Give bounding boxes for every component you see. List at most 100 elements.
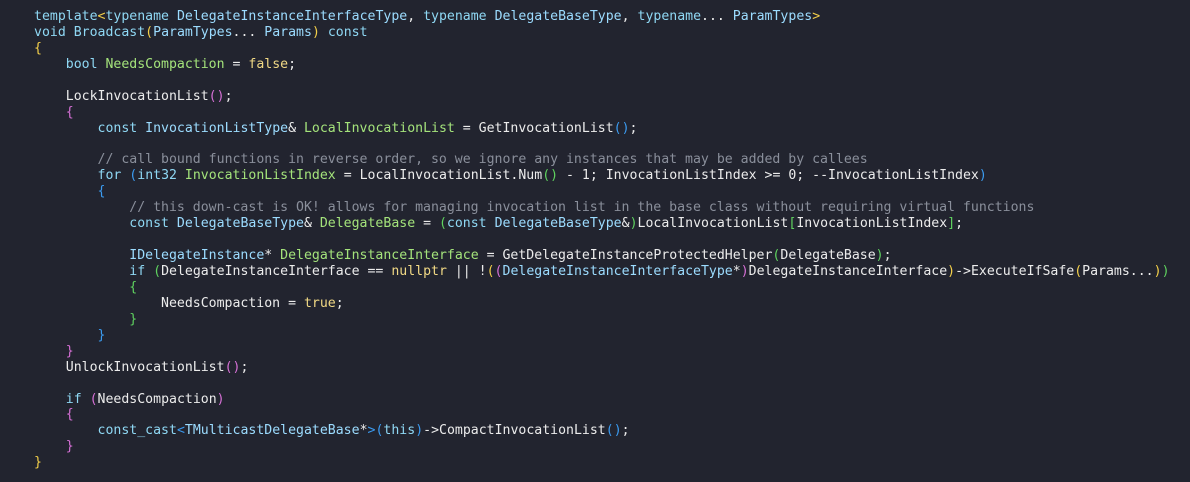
type-name-token: IDelegateInstance bbox=[129, 248, 265, 264]
keyword-token: const_cast bbox=[97, 423, 177, 439]
bracket-token: ( bbox=[438, 216, 447, 232]
bracket-token: } bbox=[34, 455, 42, 471]
variable-name-token: LocalInvocationList bbox=[303, 120, 455, 136]
code-text-token: = LocalInvocationList.Num bbox=[335, 168, 543, 184]
code-line: { bbox=[34, 184, 1190, 200]
bracket-token: > bbox=[812, 9, 821, 24]
type-name-token: ParamTypes bbox=[153, 24, 233, 40]
keyword-token: const bbox=[97, 120, 146, 136]
code-text-token: * bbox=[732, 264, 741, 279]
code-line: LockInvocationList(); bbox=[34, 89, 1190, 105]
code-line: void Broadcast(ParamTypes... Params) con… bbox=[34, 25, 1190, 41]
bracket-token: ) bbox=[311, 24, 320, 40]
type-name-token: DelegateInstanceInterfaceType bbox=[176, 9, 408, 24]
bracket-token: ) bbox=[415, 423, 424, 439]
keyword-token: const bbox=[129, 216, 177, 232]
type-name-token: DelegateBaseType bbox=[494, 9, 622, 24]
bracket-token: } bbox=[97, 327, 106, 343]
keyword-token: if bbox=[129, 264, 154, 279]
variable-name-token: NeedsCompaction bbox=[105, 56, 225, 72]
code-line: } bbox=[34, 439, 1190, 455]
code-line: if (DelegateInstanceInterface == nullptr… bbox=[34, 264, 1190, 280]
code-text-token: , bbox=[407, 9, 424, 24]
function-name-token: Broadcast bbox=[73, 24, 146, 40]
code-line: // this down-cast is OK! allows for mana… bbox=[34, 200, 1190, 216]
code-line: const InvocationListType& LocalInvocatio… bbox=[34, 121, 1190, 137]
keyword-token: template bbox=[34, 9, 98, 24]
code-text-token: & bbox=[303, 216, 320, 232]
code-text-token: InvocationListIndex bbox=[796, 216, 948, 232]
keyword-token: typename bbox=[423, 9, 495, 24]
type-name-token: TMulticastDelegateBase bbox=[184, 423, 360, 439]
code-text-token: UnlockInvocationList bbox=[34, 359, 225, 375]
keyword-token: for bbox=[97, 168, 130, 184]
code-line: { bbox=[34, 41, 1190, 57]
code-text-token: ; bbox=[240, 359, 249, 375]
code-text-token: , bbox=[621, 9, 638, 24]
code-text-token: LocalInvocationList bbox=[637, 216, 789, 232]
bracket-token: () bbox=[208, 88, 225, 104]
code-text-token: NeedsCompaction = bbox=[34, 295, 304, 311]
code-text-token: - 1; InvocationListIndex >= 0; --Invocat… bbox=[558, 168, 979, 184]
bracket-token: } bbox=[65, 439, 74, 455]
code-line: const DelegateBaseType& DelegateBase = (… bbox=[34, 216, 1190, 232]
code-line: // call bound functions in reverse order… bbox=[34, 152, 1190, 168]
code-line: { bbox=[34, 407, 1190, 423]
code-editor[interactable]: template < typename DelegateInstanceInterf… bbox=[0, 0, 1190, 482]
bracket-token: () bbox=[605, 423, 622, 439]
type-name-token: Params bbox=[264, 24, 312, 40]
code-text-token: ... bbox=[701, 9, 733, 24]
bracket-token: ) bbox=[629, 216, 638, 232]
code-text-token: ; bbox=[288, 56, 297, 72]
code-text-token: = bbox=[415, 216, 439, 232]
bracket-token: < bbox=[176, 423, 185, 439]
code-text-token: DelegateInstanceInterface == bbox=[161, 264, 392, 279]
code-text-token: || ! bbox=[446, 264, 487, 279]
bracket-token: ( bbox=[89, 391, 98, 407]
code-text-token: NeedsCompaction bbox=[97, 391, 217, 407]
bracket-token: () bbox=[224, 359, 241, 375]
code-line: NeedsCompaction = true; bbox=[34, 296, 1190, 312]
code-line: UnlockInvocationList(); bbox=[34, 360, 1190, 376]
keyword-token: const bbox=[319, 24, 368, 40]
code-text-token: & bbox=[621, 216, 630, 232]
bracket-token: ) bbox=[947, 264, 956, 279]
code-line: } bbox=[34, 455, 1190, 471]
type-name-token: DelegateBaseType bbox=[176, 216, 304, 232]
bracket-token: { bbox=[34, 40, 42, 56]
bracket-token: ( bbox=[1074, 264, 1083, 279]
code-line: IDelegateInstance* DelegateInstanceInter… bbox=[34, 248, 1190, 264]
variable-name-token: DelegateBase bbox=[319, 216, 416, 232]
code-line: bool NeedsCompaction = false; bbox=[34, 57, 1190, 73]
bracket-token: { bbox=[65, 407, 74, 423]
bracket-token: ) bbox=[216, 391, 225, 407]
bracket-token: } bbox=[129, 311, 138, 327]
variable-name-token: DelegateInstanceInterface bbox=[280, 248, 479, 264]
code-text-token: ; bbox=[955, 216, 964, 232]
code-text-token: ; bbox=[335, 295, 344, 311]
code-text-token: = bbox=[224, 56, 249, 72]
bracket-token: () bbox=[613, 120, 630, 136]
bracket-token: () bbox=[542, 168, 559, 184]
literal-token: true bbox=[303, 295, 336, 311]
type-name-token: DelegateInstanceInterfaceType bbox=[502, 264, 733, 279]
bracket-token: ) bbox=[740, 264, 749, 279]
keyword-token: this bbox=[383, 423, 416, 439]
code-text-token: & bbox=[288, 120, 304, 136]
bracket-token: ) bbox=[1161, 264, 1170, 279]
